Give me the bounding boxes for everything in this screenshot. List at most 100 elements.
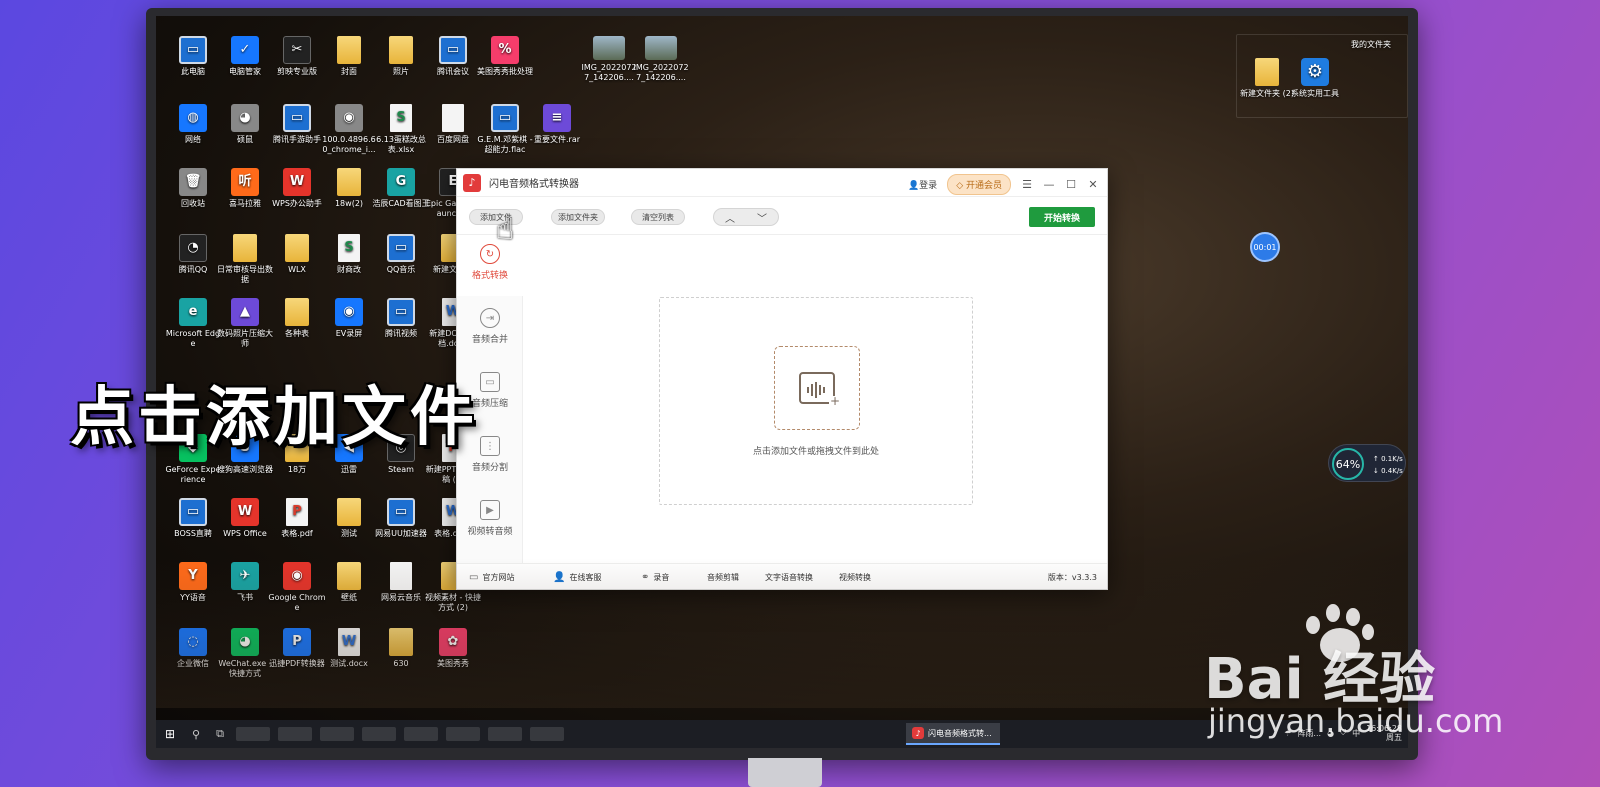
desktop-icon[interactable]: 百度网盘 [424,104,482,145]
desktop-icon[interactable]: ◔ 腾讯QQ [164,234,222,275]
taskbar-app[interactable] [530,727,564,741]
desktop-icon[interactable]: ◉ EV录屏 [320,298,378,339]
recording-timer[interactable]: 00:01 [1250,232,1280,262]
desktop-icon[interactable]: W 测试.docx [320,628,378,669]
desktop-icon[interactable]: P 迅捷PDF转换器 [268,628,326,669]
desktop-icon[interactable]: ◕ WeChat.exe - 快捷方式 [216,628,274,679]
audio-cut-link[interactable]: 音频剪辑 [707,572,739,583]
desktop-icon[interactable]: ◌ 企业微信 [164,628,222,669]
title-bar[interactable]: ♪ 闪电音频格式转换器 👤登录 ◇ 开通会员 ☰ — ☐ ✕ [457,169,1107,197]
desktop-icon[interactable]: ✓ 电脑管家 [216,36,274,77]
desktop-icon-label: 美图秀秀批处理 [477,67,533,76]
desktop-icon[interactable]: 各种表 [268,298,326,339]
move-down-icon[interactable]: ﹀ [757,210,767,225]
start-convert-button[interactable]: 开始转换 [1029,207,1095,227]
desktop-icon[interactable]: IMG_20220727_142206.... [580,36,638,83]
taskbar-active-app[interactable]: ♪ 闪电音频格式转... [906,723,1000,745]
start-icon[interactable]: ⊞ [156,727,184,741]
desktop-icon-label: BOSS直聘 [174,529,212,538]
desktop-icon-label: 系统实用工具 [1291,89,1339,98]
desktop-icon[interactable]: ▭ 腾讯会议 [424,36,482,77]
desktop-icon[interactable]: ◉ 100.0.4896.60_chrome_i... [320,104,378,155]
folder-icon [233,234,257,262]
taskbar-app[interactable] [278,727,312,741]
desktop-icon[interactable]: ⚙ 系统实用工具 [1286,58,1344,99]
desktop-icon[interactable]: ▭ 此电脑 [164,36,222,77]
desktop-icon[interactable]: 18w(2) [320,168,378,209]
version-label: 版本：v3.3.3 [1047,573,1097,582]
desktop-icon[interactable]: 630 [372,628,430,669]
sidebar-item-audio-merge[interactable]: ⇥ 音频合并 [457,300,523,360]
menu-icon[interactable]: ☰ [1021,178,1033,191]
vip-button[interactable]: ◇ 开通会员 [947,174,1011,195]
desktop-icon-label: 财商改 [337,265,361,274]
desktop-icon[interactable]: 网易云音乐 [372,562,430,603]
desktop-icon-label: 回收站 [181,199,205,208]
file-drop-zone[interactable]: + 点击添加文件或拖拽文件到此处 [659,297,973,505]
add-audio-target[interactable]: + [774,346,860,430]
taskbar-app[interactable] [362,727,396,741]
desktop-icon[interactable]: ▭ 腾讯视频 [372,298,430,339]
desktop-icon[interactable]: S 6.13蛋糕改总表.xlsx [372,104,430,155]
maximize-icon[interactable]: ☐ [1065,178,1077,191]
desktop-icon[interactable]: 日常审核导出数据 [216,234,274,285]
record-link[interactable]: ⚭ 录音 [641,572,669,583]
tts-link[interactable]: 文字语音转换 [765,572,813,583]
desktop-icon[interactable]: ▭ 网易UU加速器 [372,498,430,539]
taskbar-app[interactable] [236,727,270,741]
desktop-icon[interactable]: % 美图秀秀批处理 [476,36,534,77]
desktop-icon[interactable]: G 浩辰CAD看图王 [372,168,430,209]
desktop-icon[interactable]: ▭ BOSS直聘 [164,498,222,539]
taskbar-app[interactable] [446,727,480,741]
taskbar-app[interactable] [488,727,522,741]
clear-list-button[interactable]: 清空列表 [631,209,685,225]
desktop-icon[interactable]: IMG_20220727_142206.... [632,36,690,83]
desktop-icon[interactable]: ▭ G.E.M.邓紫棋 - 超能力.flac [476,104,534,155]
desktop-icon[interactable]: ▭ QQ音乐 [372,234,430,275]
move-up-icon[interactable]: ︿ [725,210,735,225]
app-icon: ◔ [179,234,207,262]
close-icon[interactable]: ✕ [1087,178,1099,191]
sidebar-item-video-to-audio[interactable]: ▶ 视频转音频 [457,492,523,552]
desktop-icon[interactable]: 照片 [372,36,430,77]
desktop-icon[interactable]: Y YY语音 [164,562,222,603]
desktop-icon[interactable]: ✂ 剪映专业版 [268,36,326,77]
desktop-icon[interactable]: W WPS Office [216,498,274,539]
toolbar: 添加文件 添加文件夹 清空列表 ︿ ﹀ 开始转换 [457,197,1107,235]
desktop-icon[interactable]: e Microsoft Edge [164,298,222,349]
desktop-icon[interactable]: P 表格.pdf [268,498,326,539]
desktop-icon[interactable]: 封面 [320,36,378,77]
desktop-icon[interactable]: ◕ 硕鼠 [216,104,274,145]
desktop-icon[interactable]: 🗑 回收站 [164,168,222,209]
official-website-link[interactable]: ▭ 官方网站 [469,572,514,583]
search-icon[interactable]: ⚲ [184,728,208,741]
desktop-icon[interactable]: 测试 [320,498,378,539]
desktop-icon[interactable]: ✿ 美图秀秀 [424,628,482,669]
desktop-icon[interactable]: ✈ 飞书 [216,562,274,603]
desktop-icon[interactable]: ▲ 数码照片压缩大师 [216,298,274,349]
app-title: 闪电音频格式转换器 [489,179,579,190]
desktop-icon[interactable]: ▭ 腾讯手游助手 [268,104,326,145]
taskbar-app[interactable] [320,727,354,741]
folder-icon [285,298,309,326]
audio-add-icon: + [799,372,841,408]
taskbar-app[interactable] [404,727,438,741]
desktop-icon[interactable]: S 财商改 [320,234,378,275]
desktop-icon[interactable]: W WPS办公助手 [268,168,326,209]
video-convert-link[interactable]: 视频转换 [839,572,871,583]
minimize-icon[interactable]: — [1043,178,1055,191]
desktop-icon[interactable]: WLX [268,234,326,275]
desktop-icon[interactable]: 壁纸 [320,562,378,603]
desktop-icon[interactable]: ◉ Google Chrome [268,562,326,613]
desktop-icon-label: 企业微信 [177,659,209,668]
add-folder-button[interactable]: 添加文件夹 [551,209,605,225]
desktop-icon[interactable]: ◍ 网络 [164,104,222,145]
desktop-icon[interactable]: ≡ 重要文件.rar [528,104,586,145]
app-icon: ▭ [387,498,415,526]
online-support-link[interactable]: 👤 在线客服 [553,572,601,583]
desktop-icon[interactable]: 听喜马拉雅 [216,168,274,209]
network-speed-widget[interactable]: 64% ↑ 0.1K/s ↓ 0.4K/s [1328,444,1406,482]
task-view-icon[interactable]: ⧉ [208,727,232,741]
desktop-icon-label: 浩辰CAD看图王 [372,199,430,208]
login-button[interactable]: 👤登录 [908,178,937,191]
